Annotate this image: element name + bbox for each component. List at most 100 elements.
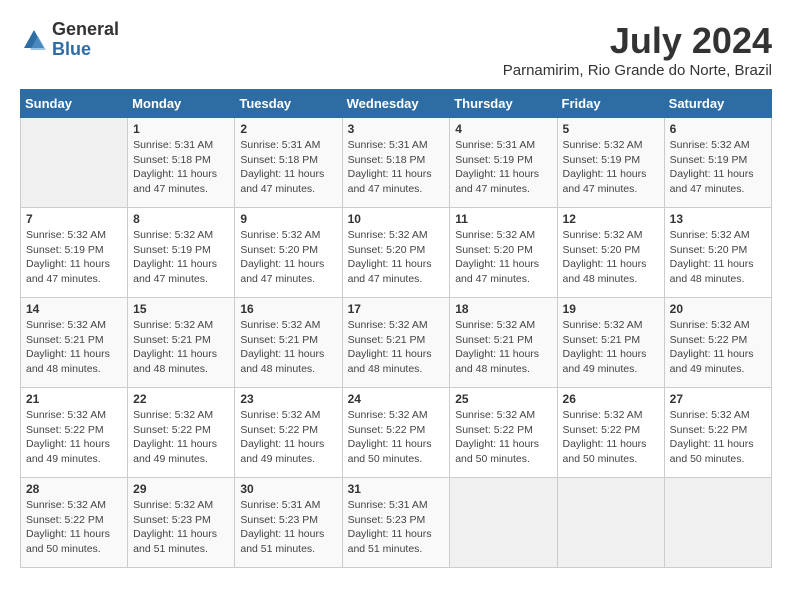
day-info: Sunrise: 5:32 AM Sunset: 5:19 PM Dayligh… xyxy=(133,228,229,287)
calendar-cell xyxy=(21,118,128,208)
calendar-cell: 21Sunrise: 5:32 AM Sunset: 5:22 PM Dayli… xyxy=(21,388,128,478)
day-number: 11 xyxy=(455,212,551,226)
calendar-cell: 18Sunrise: 5:32 AM Sunset: 5:21 PM Dayli… xyxy=(450,298,557,388)
calendar-week-row: 14 Sunrise: 5:32 AM Sunset: 5:21 PM Dayli… xyxy=(21,298,772,388)
day-number: 2 xyxy=(240,122,336,136)
day-info: Sunrise: 5:31 AM Sunset: 5:23 PM Dayligh… xyxy=(240,498,336,557)
weekday-header: Tuesday xyxy=(235,90,342,118)
day-info: Sunrise: 5:32 AM Sunset: 5:22 PM Dayligh… xyxy=(670,408,766,467)
calendar-cell xyxy=(664,478,771,568)
day-number: 6 xyxy=(670,122,766,136)
day-number: 17 xyxy=(348,302,445,316)
calendar-cell: 13Sunrise: 5:32 AM Sunset: 5:20 PM Dayli… xyxy=(664,208,771,298)
calendar-cell: 12Sunrise: 5:32 AM Sunset: 5:20 PM Dayli… xyxy=(557,208,664,298)
day-info: Sunrise: 5:31 AM Sunset: 5:19 PM Dayligh… xyxy=(455,138,551,197)
calendar-cell: 30 Sunrise: 5:31 AM Sunset: 5:23 PM Dayli… xyxy=(235,478,342,568)
logo-general: General xyxy=(52,20,119,40)
day-number: 8 xyxy=(133,212,229,226)
day-info: Sunrise: 5:32 AM Sunset: 5:21 PM Dayligh… xyxy=(348,318,445,377)
calendar-cell xyxy=(450,478,557,568)
day-info: Sunrise: 5:32 AM Sunset: 5:22 PM Dayligh… xyxy=(670,318,766,377)
calendar-cell: 23Sunrise: 5:32 AM Sunset: 5:22 PM Dayli… xyxy=(235,388,342,478)
calendar-cell: 15Sunrise: 5:32 AM Sunset: 5:21 PM Dayli… xyxy=(128,298,235,388)
day-info: Sunrise: 5:32 AM Sunset: 5:20 PM Dayligh… xyxy=(670,228,766,287)
day-number: 30 xyxy=(240,482,336,496)
day-number: 5 xyxy=(563,122,659,136)
calendar-cell: 26 Sunrise: 5:32 AM Sunset: 5:22 PM Dayli… xyxy=(557,388,664,478)
calendar-cell: 14 Sunrise: 5:32 AM Sunset: 5:21 PM Dayli… xyxy=(21,298,128,388)
day-number: 26 xyxy=(563,392,659,406)
day-number: 10 xyxy=(348,212,445,226)
day-number: 1 xyxy=(133,122,229,136)
day-info: Sunrise: 5:32 AM Sunset: 5:19 PM Dayligh… xyxy=(670,138,766,197)
day-info: Sunrise: 5:32 AM Sunset: 5:22 PM Dayligh… xyxy=(26,498,122,557)
day-info: Sunrise: 5:32 AM Sunset: 5:21 PM Dayligh… xyxy=(240,318,336,377)
calendar-week-row: 1 Sunrise: 5:31 AM Sunset: 5:18 PM Daylig… xyxy=(21,118,772,208)
day-info: Sunrise: 5:32 AM Sunset: 5:20 PM Dayligh… xyxy=(455,228,551,287)
day-info: Sunrise: 5:31 AM Sunset: 5:18 PM Dayligh… xyxy=(348,138,445,197)
calendar-cell: 20Sunrise: 5:32 AM Sunset: 5:22 PM Dayli… xyxy=(664,298,771,388)
page-header: General Blue July 2024 Parnamirim, Rio G… xyxy=(20,20,772,79)
calendar-cell: 29Sunrise: 5:32 AM Sunset: 5:23 PM Dayli… xyxy=(128,478,235,568)
calendar-cell: 4 Sunrise: 5:31 AM Sunset: 5:19 PM Daylig… xyxy=(450,118,557,208)
calendar-week-row: 28 Sunrise: 5:32 AM Sunset: 5:22 PM Dayli… xyxy=(21,478,772,568)
day-info: Sunrise: 5:31 AM Sunset: 5:18 PM Dayligh… xyxy=(240,138,336,197)
weekday-header: Sunday xyxy=(21,90,128,118)
calendar-cell: 17 Sunrise: 5:32 AM Sunset: 5:21 PM Dayli… xyxy=(342,298,450,388)
logo-blue: Blue xyxy=(52,40,119,60)
logo-icon xyxy=(20,26,48,54)
calendar-cell: 31 Sunrise: 5:31 AM Sunset: 5:23 PM Dayli… xyxy=(342,478,450,568)
calendar-cell: 16 Sunrise: 5:32 AM Sunset: 5:21 PM Dayli… xyxy=(235,298,342,388)
day-info: Sunrise: 5:31 AM Sunset: 5:23 PM Dayligh… xyxy=(348,498,445,557)
day-info: Sunrise: 5:32 AM Sunset: 5:22 PM Dayligh… xyxy=(133,408,229,467)
weekday-header-row: SundayMondayTuesdayWednesdayThursdayFrid… xyxy=(21,90,772,118)
day-number: 27 xyxy=(670,392,766,406)
day-number: 4 xyxy=(455,122,551,136)
day-info: Sunrise: 5:32 AM Sunset: 5:20 PM Dayligh… xyxy=(348,228,445,287)
calendar-cell: 9 Sunrise: 5:32 AM Sunset: 5:20 PM Daylig… xyxy=(235,208,342,298)
day-info: Sunrise: 5:32 AM Sunset: 5:20 PM Dayligh… xyxy=(240,228,336,287)
day-number: 18 xyxy=(455,302,551,316)
day-info: Sunrise: 5:32 AM Sunset: 5:23 PM Dayligh… xyxy=(133,498,229,557)
weekday-header: Thursday xyxy=(450,90,557,118)
calendar-cell: 22 Sunrise: 5:32 AM Sunset: 5:22 PM Dayli… xyxy=(128,388,235,478)
day-info: Sunrise: 5:31 AM Sunset: 5:18 PM Dayligh… xyxy=(133,138,229,197)
weekday-header: Friday xyxy=(557,90,664,118)
day-number: 16 xyxy=(240,302,336,316)
month-year-title: July 2024 xyxy=(503,20,772,62)
day-info: Sunrise: 5:32 AM Sunset: 5:21 PM Dayligh… xyxy=(26,318,122,377)
day-info: Sunrise: 5:32 AM Sunset: 5:21 PM Dayligh… xyxy=(563,318,659,377)
title-block: July 2024 Parnamirim, Rio Grande do Nort… xyxy=(503,20,772,79)
weekday-header: Monday xyxy=(128,90,235,118)
day-number: 28 xyxy=(26,482,122,496)
day-info: Sunrise: 5:32 AM Sunset: 5:19 PM Dayligh… xyxy=(563,138,659,197)
day-number: 23 xyxy=(240,392,336,406)
day-number: 14 xyxy=(26,302,122,316)
day-info: Sunrise: 5:32 AM Sunset: 5:22 PM Dayligh… xyxy=(348,408,445,467)
day-number: 19 xyxy=(563,302,659,316)
calendar-cell: 11 Sunrise: 5:32 AM Sunset: 5:20 PM Dayli… xyxy=(450,208,557,298)
weekday-header: Saturday xyxy=(664,90,771,118)
day-info: Sunrise: 5:32 AM Sunset: 5:22 PM Dayligh… xyxy=(563,408,659,467)
location-title: Parnamirim, Rio Grande do Norte, Brazil xyxy=(503,62,772,79)
day-info: Sunrise: 5:32 AM Sunset: 5:21 PM Dayligh… xyxy=(133,318,229,377)
calendar-cell: 10 Sunrise: 5:32 AM Sunset: 5:20 PM Dayli… xyxy=(342,208,450,298)
day-number: 22 xyxy=(133,392,229,406)
day-number: 31 xyxy=(348,482,445,496)
calendar-cell: 25Sunrise: 5:32 AM Sunset: 5:22 PM Dayli… xyxy=(450,388,557,478)
calendar-cell: 1 Sunrise: 5:31 AM Sunset: 5:18 PM Daylig… xyxy=(128,118,235,208)
calendar-cell: 3 Sunrise: 5:31 AM Sunset: 5:18 PM Daylig… xyxy=(342,118,450,208)
calendar-table: SundayMondayTuesdayWednesdayThursdayFrid… xyxy=(20,89,772,568)
calendar-cell: 19 Sunrise: 5:32 AM Sunset: 5:21 PM Dayli… xyxy=(557,298,664,388)
calendar-cell: 24Sunrise: 5:32 AM Sunset: 5:22 PM Dayli… xyxy=(342,388,450,478)
day-info: Sunrise: 5:32 AM Sunset: 5:22 PM Dayligh… xyxy=(455,408,551,467)
day-number: 7 xyxy=(26,212,122,226)
calendar-week-row: 7 Sunrise: 5:32 AM Sunset: 5:19 PM Daylig… xyxy=(21,208,772,298)
calendar-cell: 6 Sunrise: 5:32 AM Sunset: 5:19 PM Daylig… xyxy=(664,118,771,208)
day-number: 12 xyxy=(563,212,659,226)
calendar-cell: 5 Sunrise: 5:32 AM Sunset: 5:19 PM Daylig… xyxy=(557,118,664,208)
calendar-cell: 7Sunrise: 5:32 AM Sunset: 5:19 PM Daylig… xyxy=(21,208,128,298)
calendar-cell: 27 Sunrise: 5:32 AM Sunset: 5:22 PM Dayli… xyxy=(664,388,771,478)
day-number: 9 xyxy=(240,212,336,226)
day-number: 3 xyxy=(348,122,445,136)
